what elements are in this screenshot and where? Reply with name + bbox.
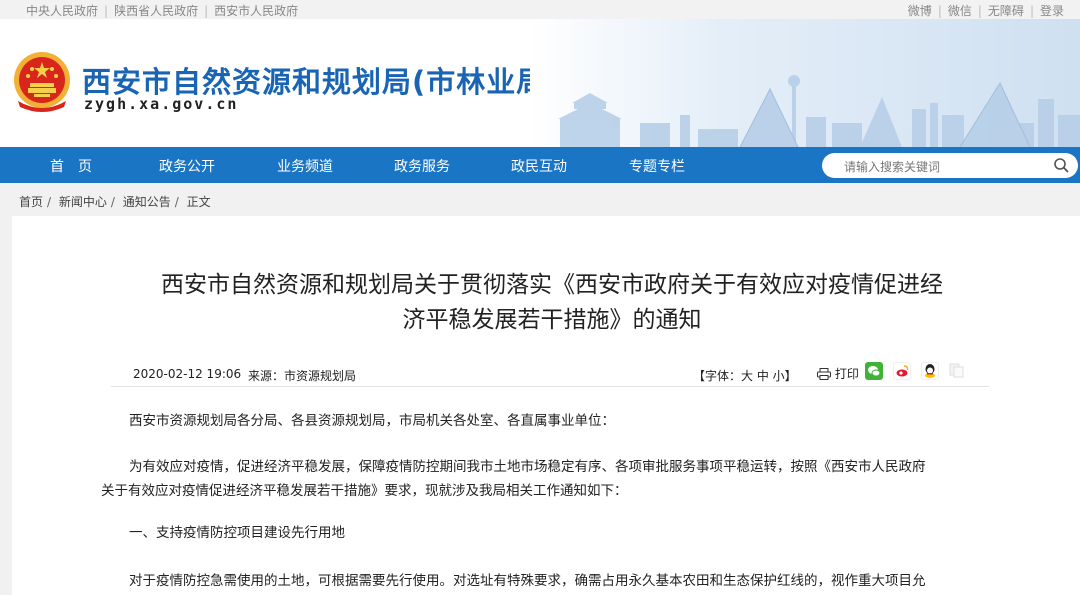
breadcrumb-news[interactable]: 新闻中心 xyxy=(59,195,107,209)
copy-share-icon[interactable] xyxy=(948,362,967,380)
share-buttons xyxy=(865,362,972,380)
font-size-selector[interactable]: 【字体：大 中 小】 xyxy=(693,367,797,384)
wechat-share-icon[interactable] xyxy=(865,362,883,380)
wechat-link[interactable]: 微信 xyxy=(948,4,972,18)
nav-item-gov-services[interactable]: 政务服务 xyxy=(394,156,450,176)
city-skyline-banner xyxy=(530,19,1080,147)
top-bar: 中央人民政府 | 陕西省人民政府 | 西安市人民政府 微博 | 微信 | 无障碍 | 登录 xyxy=(0,0,1080,19)
article-title-line-1: 西安市自然资源和规划局关于贯彻落实《西安市政府关于有效应对疫情促进经 xyxy=(161,272,943,298)
article-paragraph-1-line-1: 为有效应对疫情，促进经济平稳发展，保障疫情防控期间我市土地市场稳定有序、各项审批… xyxy=(129,459,926,475)
national-emblem-icon xyxy=(14,52,70,112)
nav-item-interaction[interactable]: 政民互动 xyxy=(511,156,567,176)
breadcrumb-notices[interactable]: 通知公告 xyxy=(123,195,171,209)
article-title-line-2: 济平稳发展若干措施》的通知 xyxy=(402,307,702,333)
search-placeholder: 请输入搜索关键词 xyxy=(844,160,941,174)
search-input[interactable]: 请输入搜索关键词 xyxy=(822,153,1078,178)
print-label: 打印 xyxy=(834,367,859,381)
article-panel: 西安市自然资源和规划局关于贯彻落实《西安市政府关于有效应对疫情促进经 济平稳发展… xyxy=(12,216,1080,595)
site-header: 西安市自然资源和规划局(市林业局) zygh.xa.gov.cn xyxy=(0,19,1080,147)
article-salutation: 西安市资源规划局各分局、各县资源规划局，市局机关各处室、各直属事业单位： xyxy=(129,413,615,429)
breadcrumb: 首页 / 新闻中心 / 通知公告 / 正文 xyxy=(0,183,1080,216)
gov-links: 中央人民政府 | 陕西省人民政府 | 西安市人民政府 xyxy=(26,4,299,18)
main-nav: 首 页 政务公开 业务频道 政务服务 政民互动 专题专栏 请输入搜索关键词 xyxy=(0,147,1080,183)
weibo-link[interactable]: 微博 xyxy=(908,4,932,18)
article-meta: 2020-02-12 19:06 来源：市资源规划局 【字体：大 中 小】 打印 xyxy=(133,362,990,384)
printer-icon xyxy=(817,368,831,380)
article-title: 西安市自然资源和规划局关于贯彻落实《西安市政府关于有效应对疫情促进经 济平稳发展… xyxy=(107,268,997,338)
section-heading-1: 一、支持疫情防控项目建设先行用地 xyxy=(129,525,345,541)
nav-item-business[interactable]: 业务频道 xyxy=(277,156,333,176)
gov-link-xian[interactable]: 西安市人民政府 xyxy=(214,4,298,18)
nav-item-home[interactable]: 首 页 xyxy=(50,156,92,176)
article-paragraph-2: 对于疫情防控急需使用的土地，可根据需要先行使用。对选址有特殊要求，确需占用永久基… xyxy=(129,573,926,589)
site-domain: zygh.xa.gov.cn xyxy=(84,95,239,113)
nav-item-gov-affairs[interactable]: 政务公开 xyxy=(159,156,215,176)
breadcrumb-home[interactable]: 首页 xyxy=(19,195,43,209)
user-links: 微博 | 微信 | 无障碍 | 登录 xyxy=(907,4,1064,18)
print-button[interactable]: 打印 xyxy=(817,365,859,382)
article-source: 来源：市资源规划局 xyxy=(248,369,357,383)
login-link[interactable]: 登录 xyxy=(1040,4,1064,18)
qq-share-icon[interactable] xyxy=(920,362,939,380)
gov-link-central[interactable]: 中央人民政府 xyxy=(26,4,98,18)
accessibility-link[interactable]: 无障碍 xyxy=(988,4,1024,18)
breadcrumb-current: 正文 xyxy=(186,195,211,209)
publish-date: 2020-02-12 19:06 xyxy=(133,367,242,381)
weibo-share-icon[interactable] xyxy=(892,362,911,380)
search-icon[interactable] xyxy=(1053,157,1070,174)
nav-item-topics[interactable]: 专题专栏 xyxy=(629,156,685,176)
gov-link-shaanxi[interactable]: 陕西省人民政府 xyxy=(114,4,198,18)
meta-divider xyxy=(111,386,989,387)
article-paragraph-1-line-2: 关于有效应对疫情促进经济平稳发展若干措施》要求，现就涉及我局相关工作通知如下： xyxy=(101,483,628,499)
